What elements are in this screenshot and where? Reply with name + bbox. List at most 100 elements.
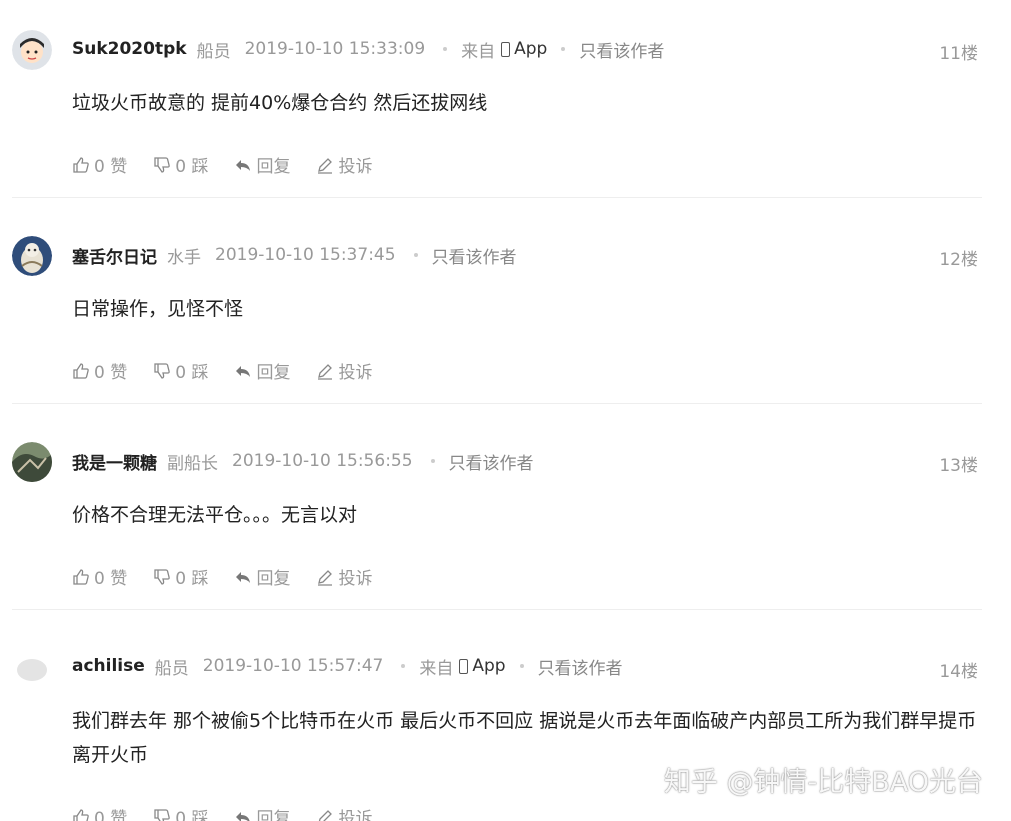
dislike-count: 0 踩 [175,157,209,177]
dislike-button[interactable]: 0 踩 [153,152,208,177]
like-count: 0 赞 [94,363,128,383]
user-role: 船员 [154,658,189,679]
dislike-count: 0 踩 [175,569,209,589]
thumbs-up-icon [73,568,89,585]
reply-content: 日常操作，见怪不怪 [72,298,244,320]
reply-meta: Suk2020tpk 船员 2019-10-10 15:33:09 来自 App… [72,36,664,62]
report-button[interactable]: 投诉 [316,804,372,821]
avatar[interactable] [12,30,52,70]
thumbs-down-icon [154,808,171,821]
report-label: 投诉 [338,809,373,821]
report-button[interactable]: 投诉 [316,564,372,589]
thumbs-up-icon [73,156,89,173]
reply-meta: achilise 船员 2019-10-10 15:57:47 来自 App 只… [72,653,623,679]
source-info: 来自 App [419,654,505,679]
timestamp: 2019-10-10 15:33:09 [244,39,426,59]
reply-label: 回复 [256,569,291,589]
separator-dot [561,47,566,51]
avatar[interactable] [12,648,52,688]
divider [12,197,982,198]
reply-actions: 0 赞 0 踩 回复 投诉 [72,358,398,383]
user-role: 船员 [196,41,231,62]
user-role: 副船长 [167,453,218,474]
reply-button[interactable]: 回复 [234,804,290,821]
author-name[interactable]: Suk2020tpk [72,39,187,59]
pencil-icon [319,809,333,821]
pencil-icon [318,157,333,174]
like-button[interactable]: 0 赞 [72,564,127,589]
dislike-button[interactable]: 0 踩 [153,564,208,589]
thumbs-down-icon [154,362,171,379]
dislike-button[interactable]: 0 踩 [153,804,208,821]
reply-label: 回复 [256,363,291,383]
source-info: 来自 App [461,37,547,62]
avatar[interactable] [12,236,52,276]
reply-arrow-icon [236,811,251,821]
reply-actions: 0 赞 0 踩 回复 投诉 [72,564,398,589]
only-author-link[interactable]: 只看该作者 [432,243,517,268]
report-label: 投诉 [338,363,373,383]
only-author-link[interactable]: 只看该作者 [538,654,623,679]
report-label: 投诉 [338,157,373,177]
author-name[interactable]: achilise [72,656,145,676]
timestamp: 2019-10-10 15:37:45 [215,245,396,265]
thumbs-down-icon [154,568,171,585]
watermark: 知乎 @钟情-比特BAO光台 [663,767,983,798]
dislike-count: 0 踩 [175,363,209,383]
timestamp: 2019-10-10 15:57:47 [202,656,384,676]
thumbs-up-icon [73,808,89,821]
reply-actions: 0 赞 0 踩 回复 投诉 [72,152,398,177]
pencil-icon [318,363,333,380]
like-count: 0 赞 [94,809,128,821]
divider [12,403,982,404]
reply-button[interactable]: 回复 [234,152,290,177]
source-app[interactable]: App [472,656,505,676]
like-count: 0 赞 [94,569,128,589]
like-count: 0 赞 [94,157,128,177]
source-prefix: 来自 [419,658,454,679]
floor-number: 14楼 [939,662,978,682]
reply-arrow-icon [236,571,251,583]
floor-number: 13楼 [939,456,978,476]
reply-list: Suk2020tpk 船员 2019-10-10 15:33:09 来自 App… [0,0,1011,821]
only-author-link[interactable]: 只看该作者 [579,37,664,62]
author-name[interactable]: 塞舌尔日记 [72,243,157,268]
divider [12,609,982,610]
separator-dot [519,664,524,668]
reply-content: 垃圾火币故意的 提前40%爆仓合约 然后还拔网线 [72,92,488,114]
thumbs-up-icon [73,362,89,379]
floor-number: 11楼 [939,44,978,64]
reply-label: 回复 [256,809,291,821]
reply-content: 价格不合理无法平仓。。。无言以对 [72,504,358,526]
reply-button[interactable]: 回复 [234,564,290,589]
reply-meta: 我是一颗糖 副船长 2019-10-10 15:56:55 只看该作者 [72,448,534,474]
reply-meta: 塞舌尔日记 水手 2019-10-10 15:37:45 只看该作者 [72,242,517,268]
dislike-count: 0 踩 [175,809,209,821]
like-button[interactable]: 0 赞 [72,152,127,177]
phone-icon [501,41,511,57]
report-label: 投诉 [338,569,373,589]
author-name[interactable]: 我是一颗糖 [72,449,157,474]
reply-arrow-icon [236,365,251,377]
separator-dot [401,664,406,668]
thumbs-down-icon [154,156,171,173]
reply-button[interactable]: 回复 [234,358,290,383]
separator-dot [413,253,418,257]
report-button[interactable]: 投诉 [316,152,372,177]
avatar[interactable] [12,442,52,482]
like-button[interactable]: 0 赞 [72,358,127,383]
separator-dot [443,47,448,51]
like-button[interactable]: 0 赞 [72,804,127,821]
source-app[interactable]: App [514,39,547,59]
floor-number: 12楼 [939,250,978,270]
timestamp: 2019-10-10 15:56:55 [232,451,413,471]
dislike-button[interactable]: 0 踩 [153,358,208,383]
separator-dot [430,459,435,463]
report-button[interactable]: 投诉 [316,358,372,383]
reply-label: 回复 [256,157,291,177]
only-author-link[interactable]: 只看该作者 [449,449,534,474]
reply-arrow-icon [236,159,251,171]
phone-icon [459,658,469,674]
user-role: 水手 [167,247,201,268]
reply-actions: 0 赞 0 踩 回复 投诉 [72,804,398,821]
